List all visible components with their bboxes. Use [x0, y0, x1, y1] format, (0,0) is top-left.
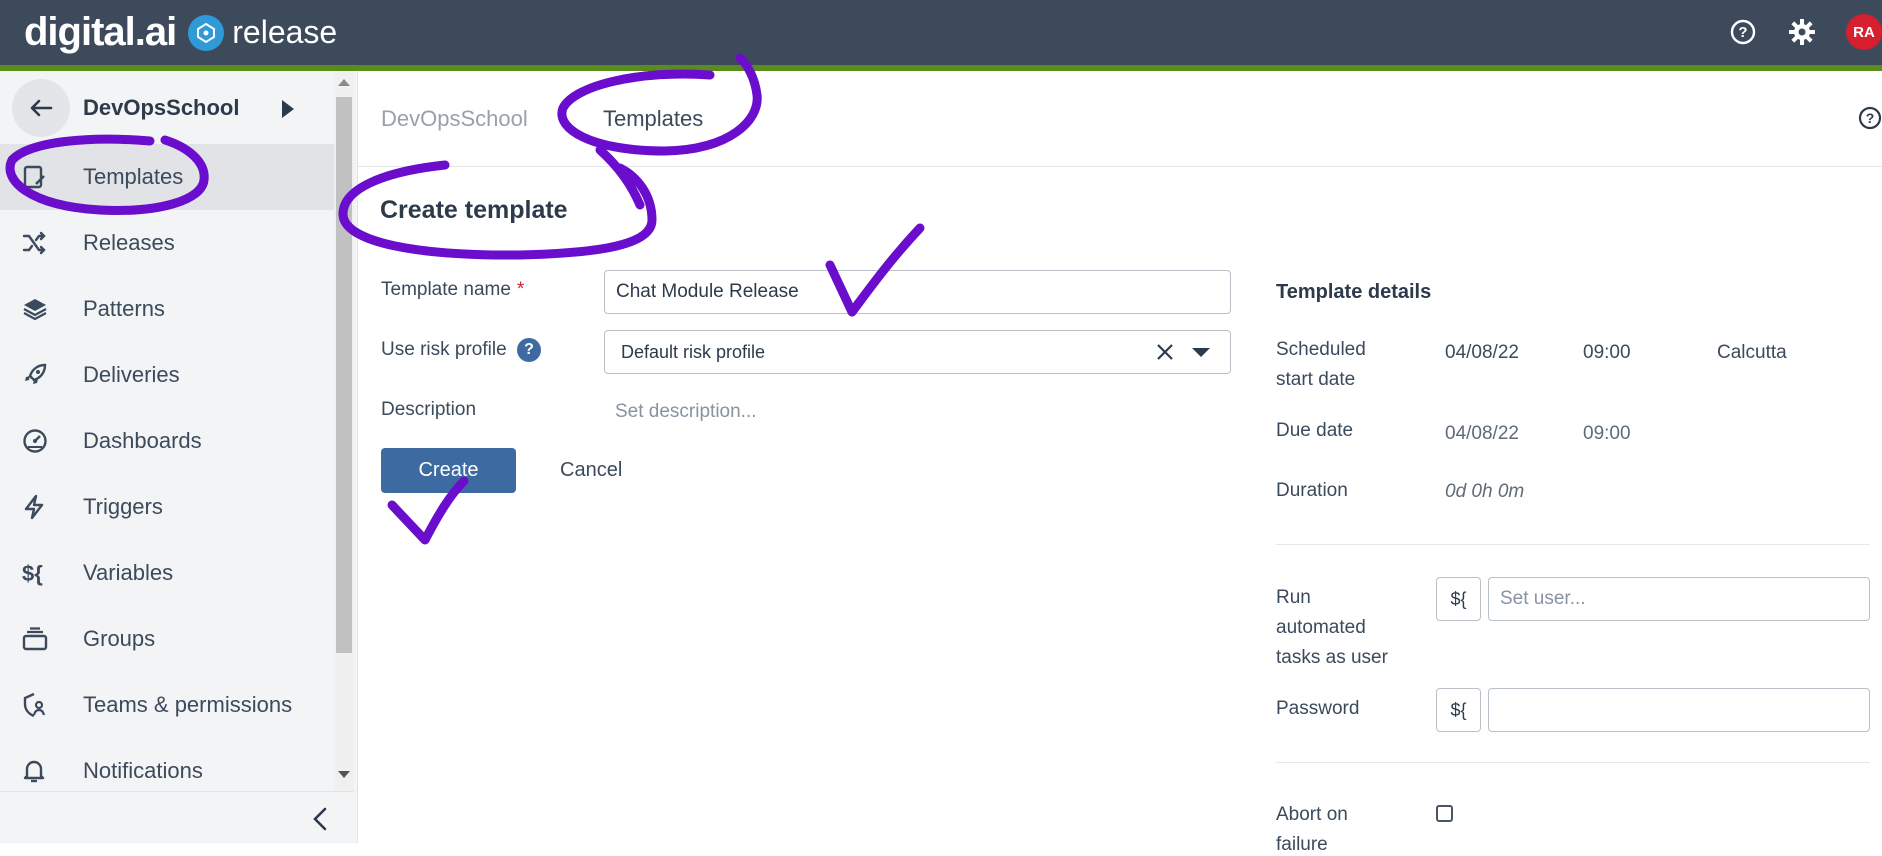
sidebar-item-label: Templates	[83, 164, 184, 189]
sidebar-item-patterns[interactable]: Patterns	[0, 276, 334, 342]
user-placeholder: Set user...	[1500, 588, 1586, 609]
scroll-down-icon[interactable]	[338, 771, 350, 778]
template-name-value: Chat Module Release	[616, 281, 799, 302]
risk-help-icon[interactable]: ?	[517, 338, 541, 362]
create-button[interactable]: Create	[381, 448, 516, 493]
description-label: Description	[381, 399, 477, 420]
svg-text:?: ?	[1866, 110, 1875, 126]
sidebar-item-label: Teams & permissions	[83, 692, 293, 717]
header-divider	[358, 166, 1882, 167]
breadcrumb-current: Templates	[603, 106, 704, 131]
variable-icon: ${	[22, 558, 64, 588]
risk-profile-value: Default risk profile	[621, 341, 766, 362]
start-date-label-line2: start date	[1276, 369, 1356, 390]
user-variable-button[interactable]: ${	[1436, 577, 1481, 621]
top-bar: digital.ai release ? RA	[0, 0, 1882, 65]
annotation-circle-breadcrumb-templates	[557, 53, 762, 156]
chevron-down-icon[interactable]	[1192, 348, 1210, 357]
risk-profile-select[interactable]: Default risk profile	[604, 330, 1231, 374]
sidebar-item-label: Patterns	[83, 296, 165, 321]
gauge-icon	[22, 426, 64, 456]
templates-icon	[22, 162, 64, 192]
svg-text:${: ${	[22, 561, 43, 586]
layers-icon	[22, 294, 64, 324]
description-input[interactable]: Set description...	[615, 401, 757, 423]
sidebar-item-label: Deliveries	[83, 362, 180, 387]
password-input[interactable]	[1488, 688, 1870, 732]
brand-logo: digital.ai	[24, 10, 177, 54]
rocket-icon	[22, 360, 64, 390]
sidebar-item-teams-permissions[interactable]: Teams & permissions	[0, 672, 334, 738]
collapse-sidebar-icon[interactable]	[312, 806, 328, 837]
sidebar-item-label: Notifications	[83, 758, 203, 783]
sidebar-item-releases[interactable]: Releases	[0, 210, 334, 276]
sidebar-item-variables[interactable]: ${ Variables	[0, 540, 334, 606]
sidebar-item-dashboards[interactable]: Dashboards	[0, 408, 334, 474]
template-name-label: Template name *	[381, 279, 525, 300]
cancel-button[interactable]: Cancel	[560, 459, 622, 482]
start-time-value[interactable]: 09:00	[1583, 342, 1631, 364]
scroll-up-icon[interactable]	[338, 79, 350, 86]
sidebar-item-label: Variables	[83, 560, 174, 585]
help-icon[interactable]: ?	[1728, 17, 1758, 47]
team-shield-icon	[22, 690, 64, 720]
page-title: Create template	[380, 196, 568, 224]
scrollbar-thumb[interactable]	[336, 97, 352, 653]
sidebar-item-label: Releases	[83, 230, 175, 255]
abort-on-failure-label-line2: failure	[1276, 834, 1328, 855]
duration-value[interactable]: 0d 0h 0m	[1445, 481, 1524, 503]
bell-icon	[22, 756, 64, 786]
release-icon	[188, 14, 225, 51]
run-as-label-line1: Run	[1276, 587, 1311, 608]
svg-text:?: ?	[1738, 24, 1747, 41]
sidebar-item-templates[interactable]: Templates	[0, 144, 334, 210]
sidebar-item-deliveries[interactable]: Deliveries	[0, 342, 334, 408]
due-date-value[interactable]: 04/08/22	[1445, 423, 1519, 445]
clear-icon[interactable]	[1155, 342, 1175, 367]
page-help-icon[interactable]: ?	[1858, 106, 1882, 135]
breadcrumb-folder[interactable]: DevOpsSchool	[381, 106, 528, 132]
folder-expand-icon[interactable]	[282, 100, 294, 118]
shuffle-icon	[22, 228, 64, 258]
sidebar-item-triggers[interactable]: Triggers	[0, 474, 334, 540]
start-date-value[interactable]: 04/08/22	[1445, 342, 1519, 364]
run-as-label-line3: tasks as user	[1276, 647, 1388, 668]
template-details-heading: Template details	[1276, 281, 1432, 303]
sidebar-scrollbar[interactable]	[334, 71, 354, 791]
password-label: Password	[1276, 698, 1360, 719]
folder-name[interactable]: DevOpsSchool	[83, 95, 239, 121]
due-time-value[interactable]: 09:00	[1583, 423, 1631, 445]
sidebar-item-label: Triggers	[83, 494, 163, 519]
details-divider	[1276, 544, 1870, 545]
template-name-input[interactable]: Chat Module Release	[604, 270, 1231, 314]
due-date-label: Due date	[1276, 420, 1354, 441]
settings-gear-icon[interactable]	[1787, 17, 1817, 47]
password-variable-button[interactable]: ${	[1436, 688, 1481, 732]
abort-on-failure-label-line1: Abort on	[1276, 804, 1348, 825]
user-avatar[interactable]: RA	[1846, 14, 1882, 50]
sidebar-footer	[0, 791, 354, 844]
required-marker: *	[516, 279, 525, 300]
sidebar-item-groups[interactable]: Groups	[0, 606, 334, 672]
run-as-label-line2: automated	[1276, 617, 1366, 638]
sidebar-item-label: Dashboards	[83, 428, 202, 453]
product-name: release	[232, 14, 338, 50]
lightning-icon	[22, 492, 64, 522]
start-date-label-line1: Scheduled	[1276, 339, 1366, 360]
back-button[interactable]	[12, 79, 70, 137]
annotation-connector	[595, 145, 645, 210]
details-divider-2	[1276, 762, 1870, 763]
sidebar: DevOpsSchool Templates Releases Patterns…	[0, 71, 358, 843]
groups-icon	[22, 624, 64, 654]
arrow-left-icon	[30, 99, 53, 117]
risk-profile-label: Use risk profile	[381, 339, 507, 360]
duration-label: Duration	[1276, 480, 1348, 501]
run-as-user-input[interactable]: Set user...	[1488, 577, 1870, 621]
abort-on-failure-checkbox[interactable]	[1436, 805, 1453, 822]
sidebar-item-label: Groups	[83, 626, 156, 651]
timezone-value[interactable]: Calcutta	[1717, 342, 1787, 364]
logo[interactable]: digital.ai release	[24, 10, 337, 55]
